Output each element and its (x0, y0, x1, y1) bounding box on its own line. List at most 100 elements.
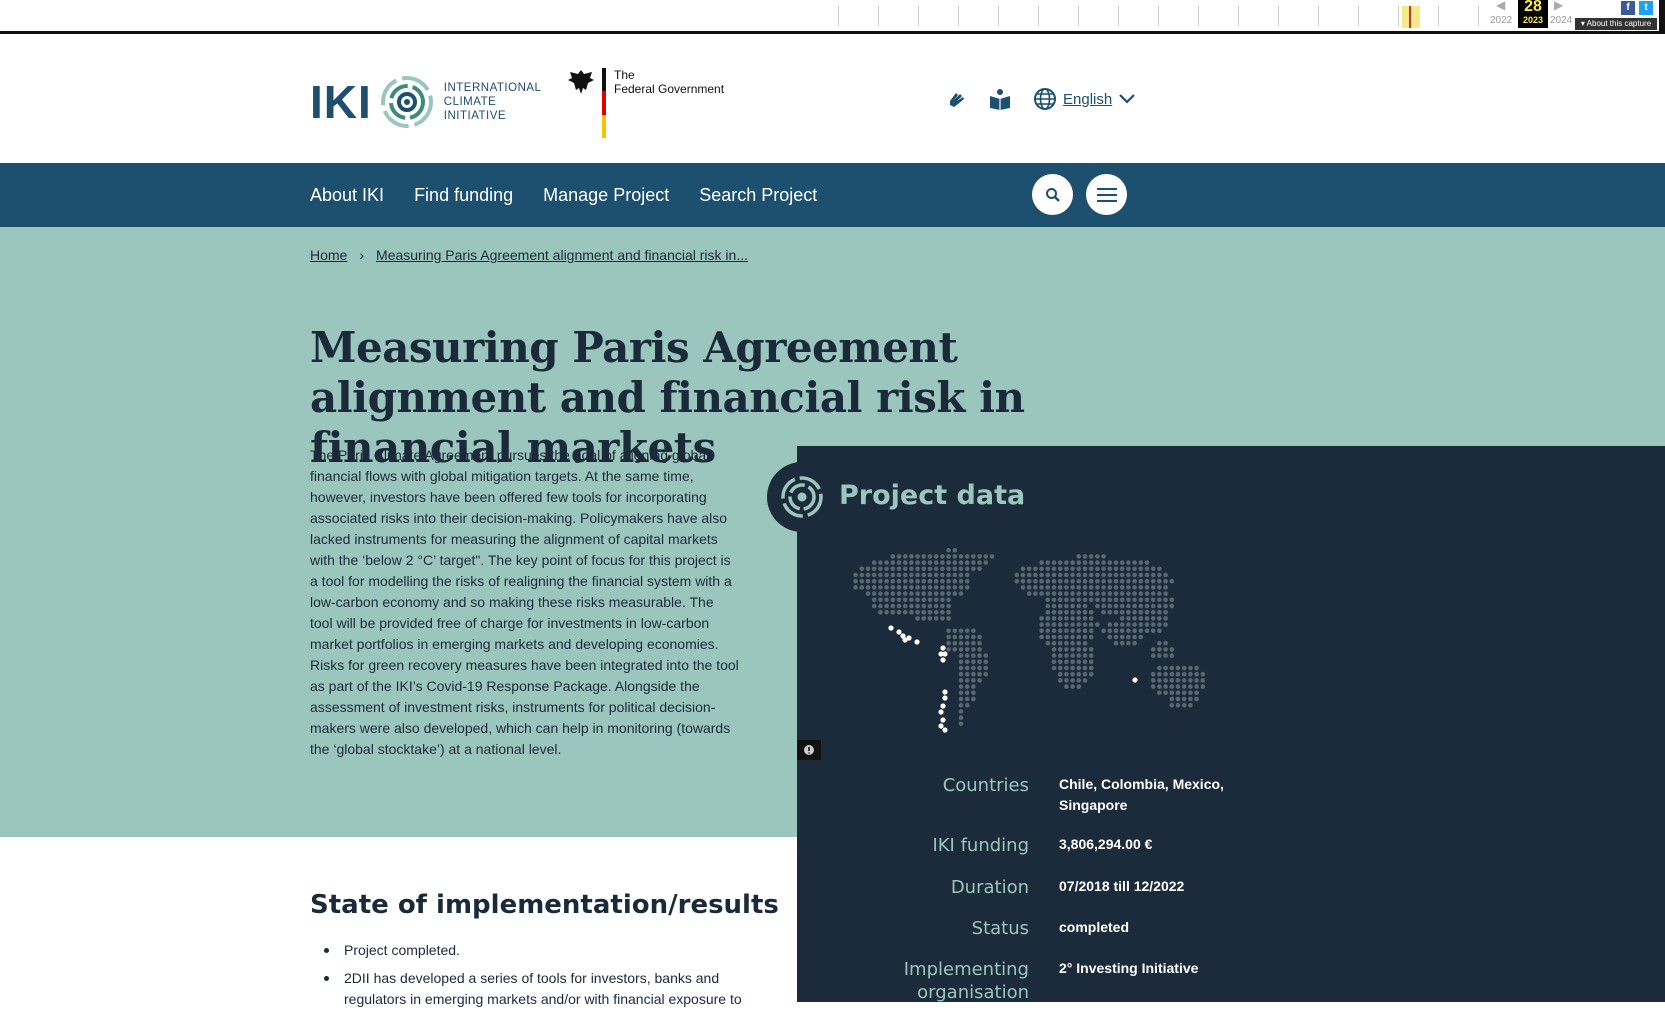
map-dot (927, 560, 933, 565)
map-dot-highlighted[interactable] (942, 695, 948, 701)
map-dot (890, 572, 896, 578)
sign-language-icon[interactable] (945, 86, 971, 112)
map-dot (921, 603, 927, 609)
map-dot (1144, 616, 1150, 621)
map-dot (971, 659, 976, 665)
map-dot-highlighted[interactable] (906, 635, 912, 641)
map-dot (865, 572, 871, 578)
map-dot (1039, 591, 1044, 596)
map-dot (1101, 572, 1106, 578)
map-dot (1138, 566, 1144, 572)
map-dot (884, 603, 889, 609)
breadcrumb-home[interactable]: Home (310, 247, 347, 263)
map-dot (958, 653, 964, 658)
map-dot (1126, 560, 1131, 565)
federal-government-logo[interactable]: The Federal Government (566, 68, 724, 138)
map-dot (1057, 653, 1063, 658)
map-dot (1064, 684, 1069, 689)
prev-year-arrow-icon[interactable]: ◀ (1496, 0, 1505, 12)
map-dot-highlighted[interactable] (1132, 677, 1138, 683)
map-dot (1026, 566, 1032, 572)
map-dot (1051, 560, 1057, 565)
map-dot (902, 585, 908, 590)
map-dot-highlighted[interactable] (942, 689, 948, 695)
twitter-icon[interactable]: t (1639, 1, 1653, 15)
map-info-button[interactable] (797, 740, 821, 760)
map-dot (933, 578, 939, 584)
map-dot (964, 628, 970, 634)
map-dot (1088, 665, 1094, 671)
map-dot (896, 591, 902, 596)
search-button[interactable] (1032, 174, 1073, 215)
map-dot (1132, 640, 1137, 646)
map-dot (964, 659, 970, 665)
map-dot-highlighted[interactable] (914, 639, 920, 645)
map-dot (1169, 597, 1175, 603)
menu-button[interactable] (1086, 174, 1127, 215)
map-dot (1138, 597, 1144, 603)
capture-timeline[interactable] (838, 6, 1488, 28)
map-dot (1113, 578, 1119, 584)
easy-read-icon[interactable] (987, 86, 1013, 112)
map-dot (1076, 597, 1082, 603)
year-prev[interactable]: 2022 (1490, 15, 1512, 26)
map-dot (1144, 603, 1150, 609)
map-dot (1144, 585, 1150, 590)
map-dot (1113, 591, 1119, 596)
map-dot (1169, 690, 1175, 696)
nav-item-find-funding[interactable]: Find funding (414, 185, 513, 206)
map-dot (971, 690, 976, 696)
map-dot (1095, 578, 1100, 584)
map-dot (977, 671, 982, 677)
year-next[interactable]: 2024 (1550, 15, 1572, 26)
map-dot (1051, 572, 1057, 578)
map-dot (1138, 628, 1144, 634)
map-dot-highlighted[interactable] (938, 723, 944, 729)
map-dot (946, 560, 951, 565)
about-capture-button[interactable]: ▾ About this capture (1575, 18, 1657, 30)
breadcrumb-current[interactable]: Measuring Paris Agreement alignment and … (376, 247, 748, 263)
map-dot-highlighted[interactable] (888, 625, 894, 631)
facebook-icon[interactable]: f (1621, 1, 1635, 15)
map-dot-highlighted[interactable] (940, 657, 946, 663)
map-dot (1026, 578, 1032, 584)
map-dot-highlighted[interactable] (938, 709, 944, 715)
map-dot (896, 609, 902, 615)
map-dot (1126, 597, 1131, 603)
map-dot (1138, 591, 1144, 596)
map-dot (958, 678, 964, 683)
map-dot-highlighted[interactable] (940, 645, 946, 651)
map-dot (1132, 572, 1137, 578)
map-dot (933, 591, 939, 596)
map-dot (1026, 591, 1032, 596)
map-dot-highlighted[interactable] (896, 629, 902, 635)
map-dot (909, 603, 914, 609)
iki-logo[interactable]: IKI INTERNATIONAL CLIMATE INITIATIVE (310, 75, 541, 129)
map-dot (1144, 597, 1150, 603)
pd-row-implementing-org: Implementing organisation 2° Investing I… (797, 958, 1665, 1004)
map-dot (964, 572, 970, 578)
world-map[interactable] (833, 540, 1233, 740)
map-dot (1163, 678, 1168, 683)
language-label[interactable]: English (1063, 91, 1112, 108)
map-dot-highlighted[interactable] (942, 727, 948, 733)
map-dot-highlighted[interactable] (942, 651, 948, 657)
map-dot-highlighted[interactable] (940, 717, 946, 723)
map-dot (1157, 671, 1162, 677)
map-dot (1039, 572, 1044, 578)
map-dot (878, 591, 883, 596)
map-dot (1088, 554, 1094, 559)
timeline-tick (1438, 6, 1439, 26)
map-dot (940, 585, 945, 590)
nav-item-about-iki[interactable]: About IKI (310, 185, 384, 206)
map-dot (1064, 628, 1069, 634)
nav-item-manage-project[interactable]: Manage Project (543, 185, 669, 206)
next-year-arrow-icon[interactable]: ▶ (1554, 0, 1563, 12)
language-selector[interactable]: English (1033, 87, 1136, 111)
map-dot (896, 585, 902, 590)
map-dot (915, 597, 920, 603)
map-dot (977, 560, 982, 565)
nav-item-search-project[interactable]: Search Project (699, 185, 817, 206)
map-dot (902, 609, 908, 615)
map-dot-highlighted[interactable] (940, 703, 946, 709)
